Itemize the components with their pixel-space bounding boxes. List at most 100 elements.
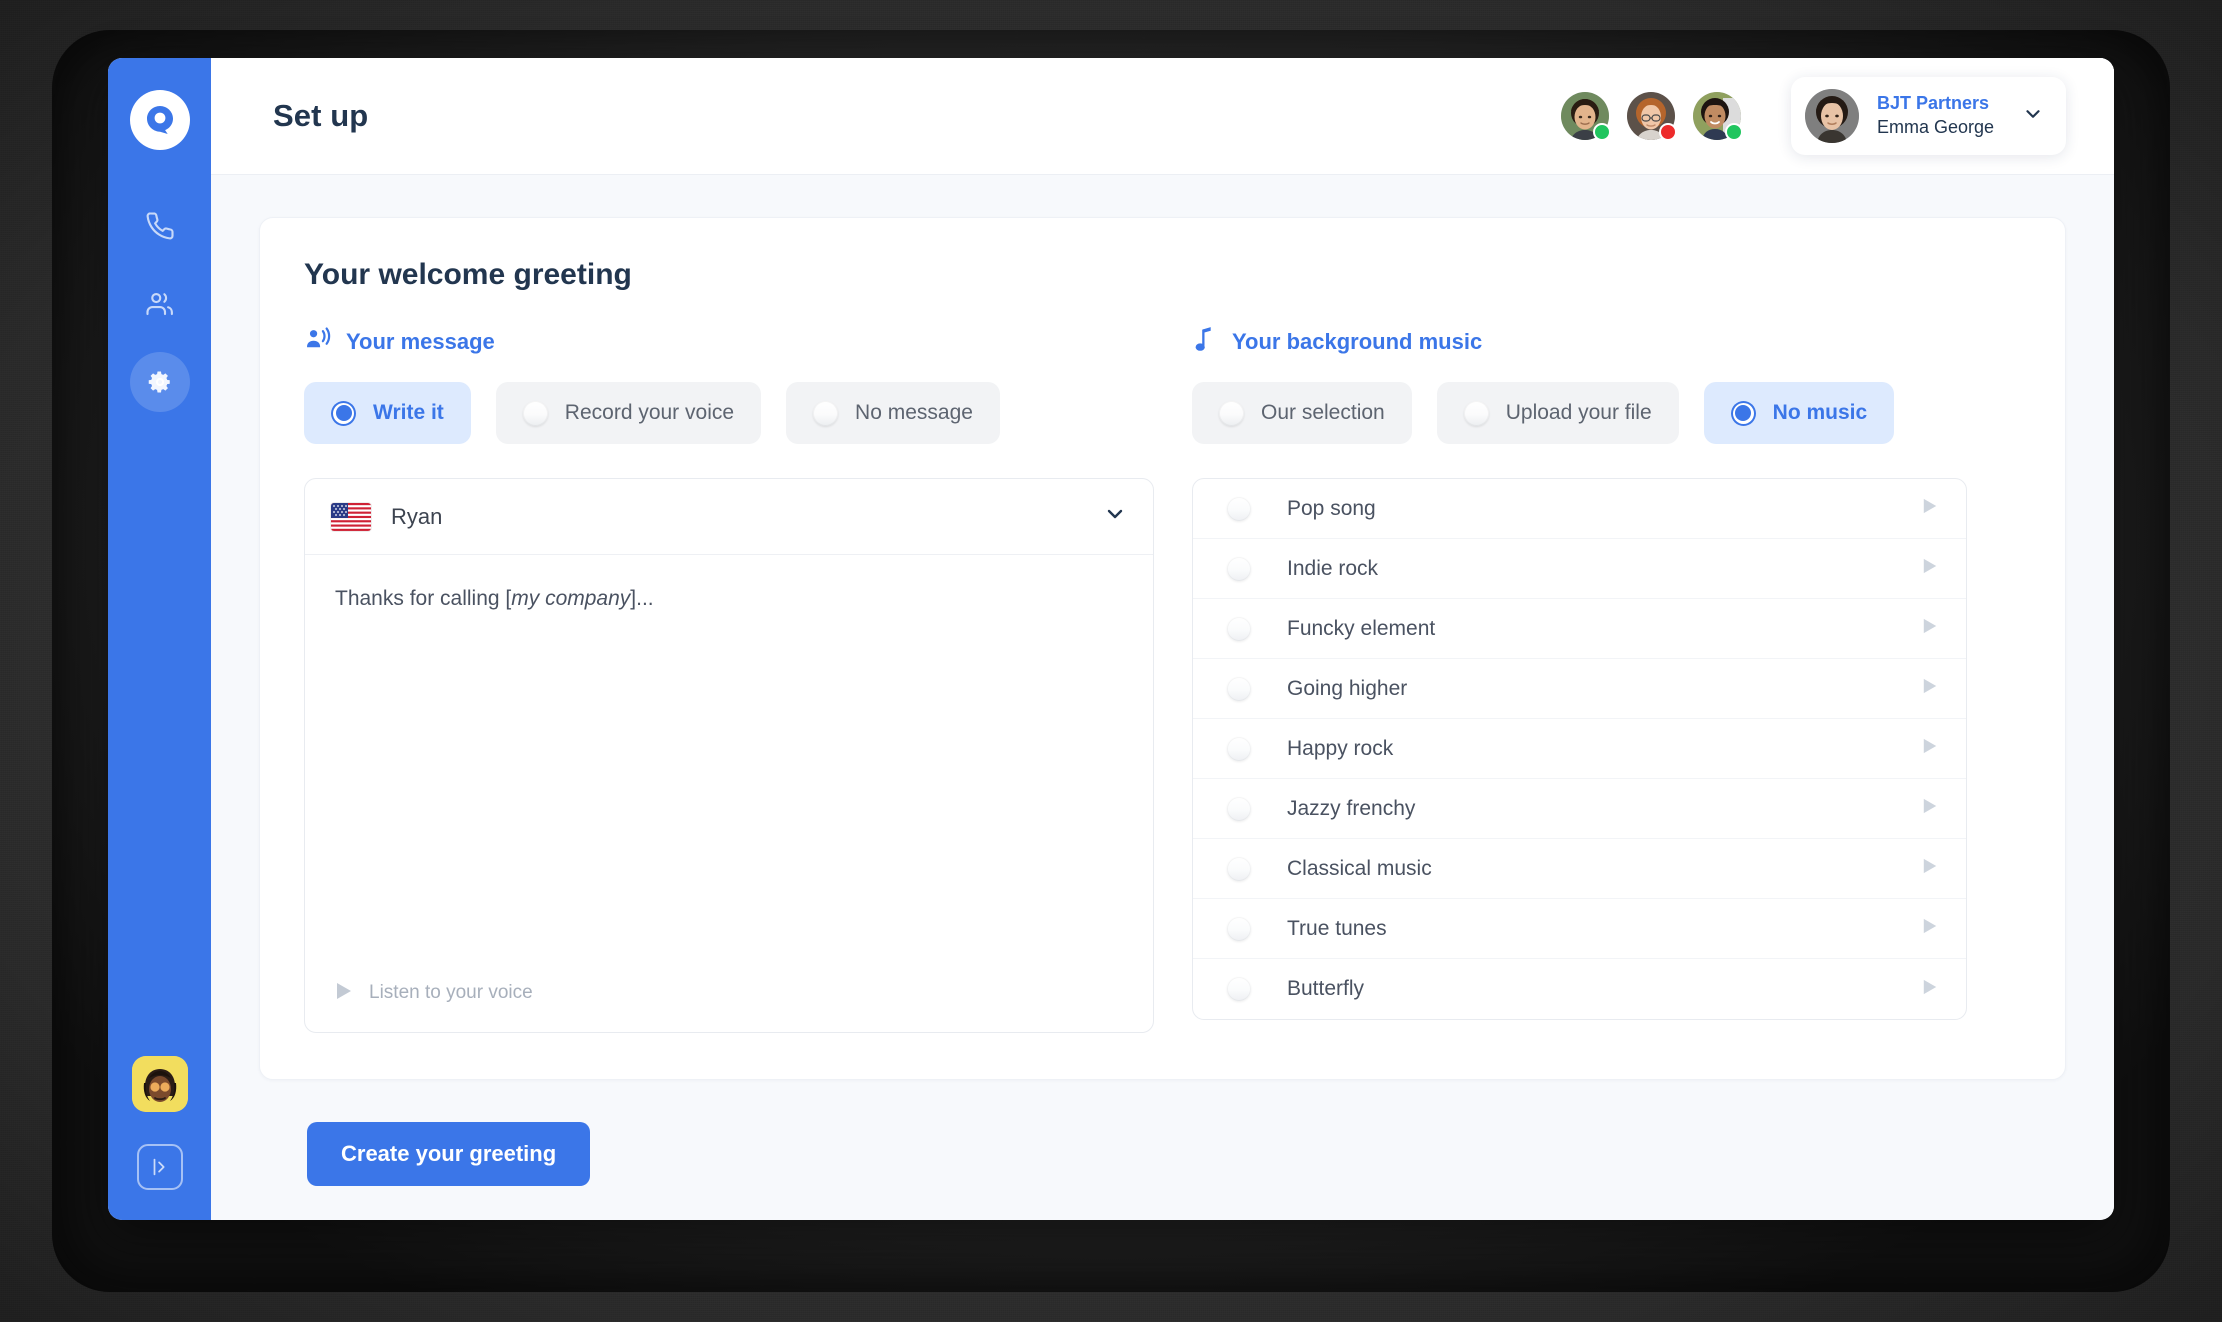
track-name: Indie rock (1287, 556, 1379, 580)
music-option-no-music[interactable]: No music (1703, 382, 1895, 444)
chevron-down-icon (2022, 103, 2044, 130)
track-name: Classical music (1287, 856, 1432, 880)
play-triangle-glyph (337, 982, 351, 999)
listen-to-your-voice-button[interactable]: Listen to your voice (305, 954, 1153, 1032)
speech-bubble-q-logo-icon (146, 106, 173, 134)
sidebar-item-settings[interactable] (129, 352, 190, 412)
message-option-write-it[interactable]: Write it (304, 382, 471, 444)
track-row[interactable]: Indie rock (1193, 539, 1966, 599)
message-section-header: Your message (304, 326, 1154, 358)
card-title: Your welcome greeting (304, 258, 632, 291)
option-label: No message (855, 401, 973, 424)
radio-icon (1227, 977, 1251, 1001)
track-name: Happy rock (1287, 736, 1394, 760)
track-row[interactable]: Pop song (1193, 479, 1966, 539)
presence-avatar[interactable] (1560, 92, 1611, 141)
collapse-panel-icon (153, 1158, 165, 1176)
radio-icon (1227, 736, 1251, 761)
us-flag-icon (331, 502, 371, 531)
track-name: Jazzy frenchy (1287, 796, 1416, 820)
header-right: BJT Partners Emma George (1560, 77, 2066, 155)
radio-icon (1227, 856, 1251, 881)
collapse-sidebar-button[interactable] (136, 1144, 183, 1190)
radio-icon (1730, 400, 1756, 426)
music-note-glyph (1195, 326, 1211, 351)
voice-select[interactable]: Ryan (305, 479, 1153, 555)
music-option-our-selection[interactable]: Our selection (1192, 382, 1412, 444)
message-text-suffix: ]... (630, 587, 654, 610)
radio-icon (1227, 616, 1251, 641)
message-editor-panel: Ryan Thanks for calling [my company]... (304, 478, 1154, 1033)
track-row[interactable]: Butterfly (1193, 959, 1966, 1019)
page-body: Your welcome greeting Your message Write… (211, 175, 2114, 1220)
speaking-person-glyph (307, 326, 331, 347)
account-text: BJT Partners Emma George (1877, 92, 1994, 140)
play-triangle-icon[interactable] (1922, 917, 1938, 940)
music-section-header: Your background music (1192, 326, 1967, 358)
play-triangle-icon[interactable] (1922, 617, 1938, 640)
play-triangle-icon[interactable] (1922, 497, 1938, 520)
message-column: Your message Write it Record your voice (304, 326, 1154, 1033)
main-column: Set up BJT Partners Emma George Your wel… (211, 58, 2114, 1220)
track-row[interactable]: Going higher (1193, 659, 1966, 719)
play-triangle-icon[interactable] (1922, 677, 1938, 700)
radio-icon (1227, 796, 1251, 821)
presence-avatar[interactable] (1626, 92, 1677, 141)
status-indicator-online (1592, 123, 1611, 141)
option-label: Write it (373, 401, 444, 424)
play-triangle-icon[interactable] (1922, 557, 1938, 580)
track-name: True tunes (1287, 916, 1387, 940)
message-option-no-message[interactable]: No message (786, 382, 1000, 444)
sidebar-item-contacts[interactable] (130, 274, 190, 334)
play-triangle-icon[interactable] (1922, 857, 1938, 880)
brand-logo[interactable] (129, 90, 190, 150)
app-window: Set up BJT Partners Emma George Your wel… (108, 58, 2114, 1220)
create-your-greeting-button[interactable]: Create your greeting (307, 1122, 591, 1186)
status-indicator-busy (1658, 123, 1677, 141)
user-avatar-icon (131, 1056, 188, 1112)
option-label: Upload your file (1505, 401, 1652, 424)
sidebar-user-avatar[interactable] (131, 1056, 188, 1112)
track-row[interactable]: Happy rock (1193, 719, 1966, 779)
play-triangle-icon[interactable] (1922, 737, 1938, 760)
play-triangle-icon (335, 981, 353, 1006)
track-row[interactable]: Jazzy frenchy (1193, 779, 1966, 839)
message-mode-options: Write it Record your voice No message (304, 382, 1154, 444)
track-row[interactable]: True tunes (1193, 899, 1966, 959)
presence-avatar[interactable] (1692, 92, 1743, 141)
us-flag-glyph (331, 502, 371, 531)
music-option-upload-your-file[interactable]: Upload your file (1436, 382, 1679, 444)
account-organization: BJT Partners (1876, 93, 1989, 114)
message-text-prefix: Thanks for calling [ (335, 587, 512, 610)
message-option-record-your-voice[interactable]: Record your voice (495, 382, 762, 444)
page-title: Set up (273, 98, 369, 133)
phone-icon (146, 212, 174, 240)
track-name: Going higher (1287, 676, 1408, 700)
radio-icon (1227, 676, 1251, 701)
music-column: Your background music Our selection Uplo… (1192, 326, 1967, 1033)
music-mode-options: Our selection Upload your file No music (1192, 382, 1967, 444)
account-menu-button[interactable]: BJT Partners Emma George (1790, 77, 2066, 155)
account-avatar (1804, 89, 1859, 143)
radio-icon (522, 400, 548, 426)
message-text-area[interactable]: Thanks for calling [my company]... (305, 555, 1153, 954)
listen-label: Listen to your voice (369, 982, 533, 1003)
radio-icon (1227, 556, 1251, 581)
app-header: Set up BJT Partners Emma George (211, 58, 2114, 175)
track-name: Funcky element (1287, 616, 1436, 640)
music-track-list: Pop song Indie rock Funcky element Going… (1192, 478, 1967, 1020)
track-row[interactable]: Classical music (1193, 839, 1966, 899)
speaking-person-icon (304, 326, 332, 359)
play-triangle-icon[interactable] (1922, 978, 1938, 1001)
greeting-card: Your welcome greeting Your message Write… (259, 217, 2066, 1080)
sidebar-item-calls[interactable] (130, 196, 190, 256)
message-text-variable: my company (511, 587, 631, 610)
chevron-down-icon (1103, 502, 1127, 531)
radio-icon (331, 400, 356, 426)
users-icon (145, 292, 173, 316)
music-note-icon (1192, 326, 1218, 359)
track-name: Pop song (1287, 496, 1376, 520)
avatar-photo (1804, 89, 1859, 143)
play-triangle-icon[interactable] (1922, 797, 1938, 820)
track-row[interactable]: Funcky element (1193, 599, 1966, 659)
